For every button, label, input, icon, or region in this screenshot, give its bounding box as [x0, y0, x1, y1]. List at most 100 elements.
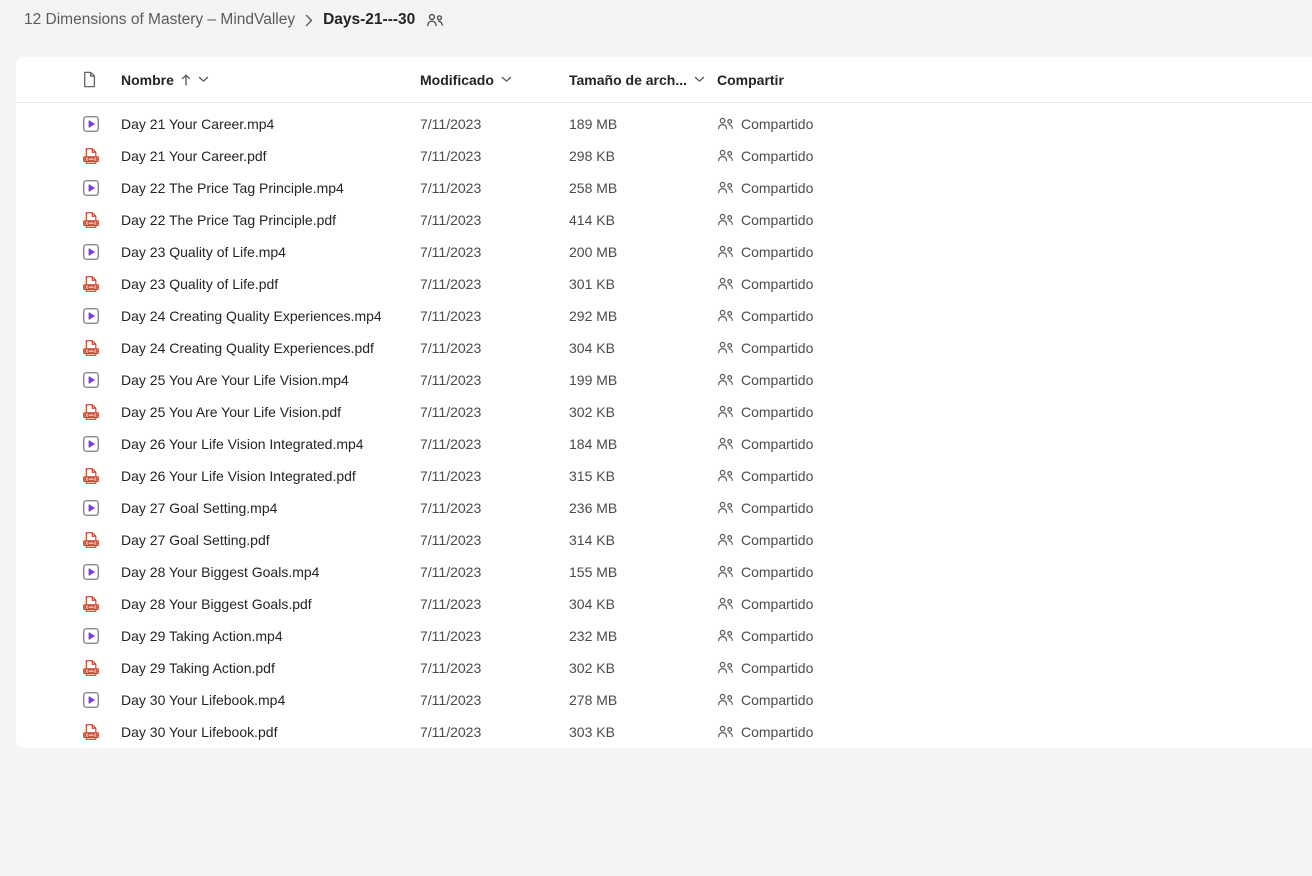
file-name[interactable]: Day 29 Taking Action.mp4 — [121, 628, 420, 644]
column-header-modified[interactable]: Modificado — [420, 72, 569, 88]
column-header-size-label: Tamaño de arch... — [569, 72, 687, 88]
table-row[interactable]: Day 25 You Are Your Life Vision.mp4 7/11… — [16, 364, 1312, 396]
table-row[interactable]: Day 24 Creating Quality Experiences.mp4 … — [16, 300, 1312, 332]
file-name[interactable]: Day 26 Your Life Vision Integrated.pdf — [121, 468, 420, 484]
table-row[interactable]: Day 22 The Price Tag Principle.mp4 7/11/… — [16, 172, 1312, 204]
file-name[interactable]: Day 28 Your Biggest Goals.mp4 — [121, 564, 420, 580]
column-header-share[interactable]: Compartir — [717, 72, 1312, 88]
file-shared-cell[interactable]: Compartido — [717, 500, 1312, 516]
file-name[interactable]: Day 29 Taking Action.pdf — [121, 660, 420, 676]
file-type-cell — [82, 403, 121, 421]
file-shared-label: Compartido — [741, 500, 813, 516]
file-size: 315 KB — [569, 468, 717, 484]
file-shared-label: Compartido — [741, 564, 813, 580]
file-shared-cell[interactable]: Compartido — [717, 340, 1312, 356]
people-icon — [717, 532, 734, 548]
sort-ascending-arrow-icon — [181, 74, 191, 86]
file-shared-cell[interactable]: Compartido — [717, 276, 1312, 292]
column-header-size[interactable]: Tamaño de arch... — [569, 72, 717, 88]
file-shared-cell[interactable]: Compartido — [717, 564, 1312, 580]
file-name[interactable]: Day 30 Your Lifebook.mp4 — [121, 692, 420, 708]
file-name[interactable]: Day 21 Your Career.pdf — [121, 148, 420, 164]
table-row[interactable]: Day 25 You Are Your Life Vision.pdf 7/11… — [16, 396, 1312, 428]
file-shared-cell[interactable]: Compartido — [717, 692, 1312, 708]
file-name[interactable]: Day 26 Your Life Vision Integrated.mp4 — [121, 436, 420, 452]
file-name[interactable]: Day 27 Goal Setting.mp4 — [121, 500, 420, 516]
table-row[interactable]: Day 29 Taking Action.mp4 7/11/2023 232 M… — [16, 620, 1312, 652]
file-shared-cell[interactable]: Compartido — [717, 244, 1312, 260]
file-type-cell — [82, 435, 121, 453]
file-shared-cell[interactable]: Compartido — [717, 468, 1312, 484]
file-modified: 7/11/2023 — [420, 692, 569, 708]
file-shared-cell[interactable]: Compartido — [717, 436, 1312, 452]
file-name[interactable]: Day 22 The Price Tag Principle.mp4 — [121, 180, 420, 196]
file-shared-cell[interactable]: Compartido — [717, 116, 1312, 132]
file-name[interactable]: Day 23 Quality of Life.mp4 — [121, 244, 420, 260]
file-size: 200 MB — [569, 244, 717, 260]
pdf-file-icon — [82, 467, 100, 485]
file-modified: 7/11/2023 — [420, 596, 569, 612]
table-row[interactable]: Day 27 Goal Setting.mp4 7/11/2023 236 MB… — [16, 492, 1312, 524]
file-name[interactable]: Day 28 Your Biggest Goals.pdf — [121, 596, 420, 612]
pdf-file-icon — [82, 275, 100, 293]
file-size: 302 KB — [569, 404, 717, 420]
file-type-cell — [82, 371, 121, 389]
table-row[interactable]: Day 24 Creating Quality Experiences.pdf … — [16, 332, 1312, 364]
people-icon — [717, 308, 734, 324]
file-shared-label: Compartido — [741, 532, 813, 548]
file-shared-cell[interactable]: Compartido — [717, 180, 1312, 196]
table-row[interactable]: Day 30 Your Lifebook.mp4 7/11/2023 278 M… — [16, 684, 1312, 716]
file-shared-label: Compartido — [741, 308, 813, 324]
video-file-icon — [82, 243, 100, 261]
file-size: 301 KB — [569, 276, 717, 292]
file-shared-label: Compartido — [741, 148, 813, 164]
file-type-cell — [82, 723, 121, 741]
file-modified: 7/11/2023 — [420, 180, 569, 196]
file-shared-label: Compartido — [741, 372, 813, 388]
column-header-file-type[interactable] — [82, 71, 121, 88]
table-row[interactable]: Day 23 Quality of Life.mp4 7/11/2023 200… — [16, 236, 1312, 268]
column-header-name[interactable]: Nombre — [121, 72, 420, 88]
people-icon — [717, 724, 734, 740]
file-size: 292 MB — [569, 308, 717, 324]
file-name[interactable]: Day 22 The Price Tag Principle.pdf — [121, 212, 420, 228]
file-name[interactable]: Day 25 You Are Your Life Vision.pdf — [121, 404, 420, 420]
file-name[interactable]: Day 27 Goal Setting.pdf — [121, 532, 420, 548]
file-name[interactable]: Day 23 Quality of Life.pdf — [121, 276, 420, 292]
table-row[interactable]: Day 30 Your Lifebook.pdf 7/11/2023 303 K… — [16, 716, 1312, 748]
file-size: 303 KB — [569, 724, 717, 740]
column-header-modified-label: Modificado — [420, 72, 494, 88]
table-row[interactable]: Day 21 Your Career.mp4 7/11/2023 189 MB … — [16, 108, 1312, 140]
table-row[interactable]: Day 28 Your Biggest Goals.mp4 7/11/2023 … — [16, 556, 1312, 588]
chevron-down-icon — [198, 76, 209, 83]
file-modified: 7/11/2023 — [420, 628, 569, 644]
table-row[interactable]: Day 28 Your Biggest Goals.pdf 7/11/2023 … — [16, 588, 1312, 620]
breadcrumb-parent-link[interactable]: 12 Dimensions of Mastery – MindValley — [24, 11, 295, 29]
file-shared-cell[interactable]: Compartido — [717, 308, 1312, 324]
table-row[interactable]: Day 23 Quality of Life.pdf 7/11/2023 301… — [16, 268, 1312, 300]
file-shared-cell[interactable]: Compartido — [717, 628, 1312, 644]
file-shared-cell[interactable]: Compartido — [717, 724, 1312, 740]
people-shared-icon — [426, 12, 444, 29]
file-shared-cell[interactable]: Compartido — [717, 148, 1312, 164]
table-row[interactable]: Day 27 Goal Setting.pdf 7/11/2023 314 KB… — [16, 524, 1312, 556]
table-row[interactable]: Day 26 Your Life Vision Integrated.pdf 7… — [16, 460, 1312, 492]
file-name[interactable]: Day 21 Your Career.mp4 — [121, 116, 420, 132]
table-row[interactable]: Day 29 Taking Action.pdf 7/11/2023 302 K… — [16, 652, 1312, 684]
file-shared-cell[interactable]: Compartido — [717, 596, 1312, 612]
file-name[interactable]: Day 25 You Are Your Life Vision.mp4 — [121, 372, 420, 388]
table-row[interactable]: Day 21 Your Career.pdf 7/11/2023 298 KB … — [16, 140, 1312, 172]
file-shared-cell[interactable]: Compartido — [717, 404, 1312, 420]
file-name[interactable]: Day 24 Creating Quality Experiences.mp4 — [121, 308, 420, 324]
file-shared-cell[interactable]: Compartido — [717, 372, 1312, 388]
file-name[interactable]: Day 24 Creating Quality Experiences.pdf — [121, 340, 420, 356]
file-shared-cell[interactable]: Compartido — [717, 532, 1312, 548]
file-name[interactable]: Day 30 Your Lifebook.pdf — [121, 724, 420, 740]
table-row[interactable]: Day 26 Your Life Vision Integrated.mp4 7… — [16, 428, 1312, 460]
file-modified: 7/11/2023 — [420, 724, 569, 740]
table-row[interactable]: Day 22 The Price Tag Principle.pdf 7/11/… — [16, 204, 1312, 236]
file-shared-cell[interactable]: Compartido — [717, 212, 1312, 228]
file-shared-cell[interactable]: Compartido — [717, 660, 1312, 676]
video-file-icon — [82, 435, 100, 453]
file-modified: 7/11/2023 — [420, 372, 569, 388]
